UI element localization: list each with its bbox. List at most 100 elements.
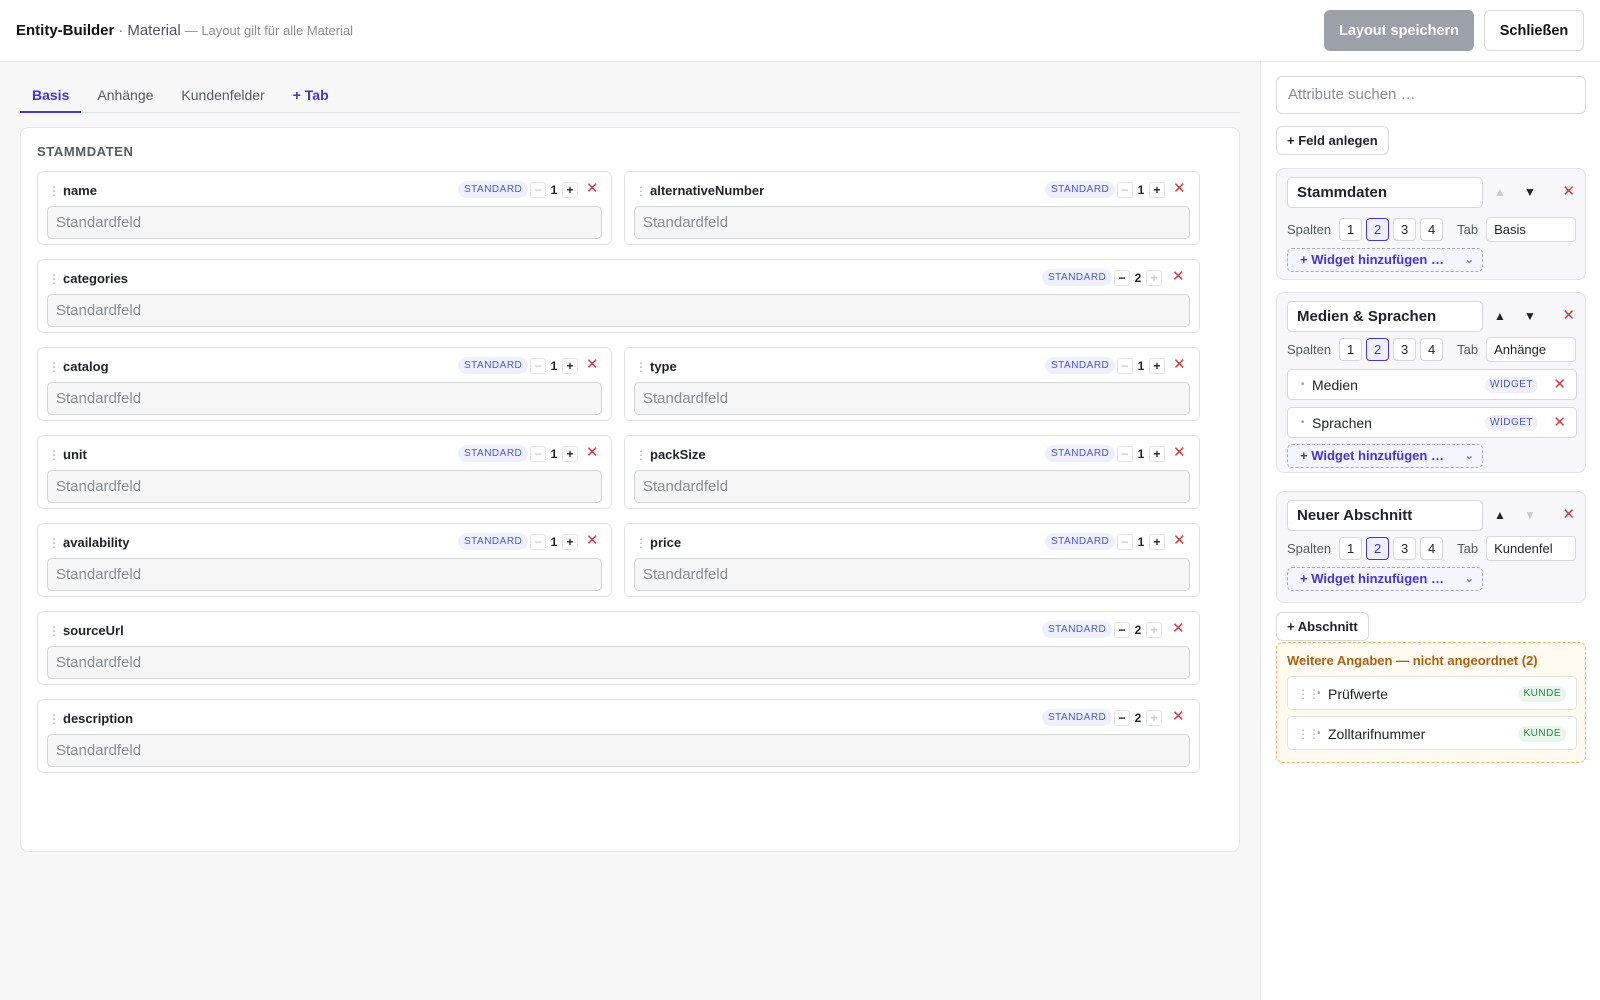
move-down-icon[interactable]: ▼ bbox=[1521, 185, 1539, 199]
decrease-width-button[interactable]: − bbox=[1117, 358, 1133, 374]
save-layout-button[interactable]: Layout speichern bbox=[1324, 10, 1474, 51]
decrease-width-button[interactable]: − bbox=[530, 358, 546, 374]
remove-field-icon[interactable]: ✕ bbox=[1172, 619, 1185, 637]
tab-basis[interactable]: Basis bbox=[20, 80, 82, 113]
decrease-width-button[interactable]: − bbox=[1114, 270, 1130, 286]
columns-option-3[interactable]: 3 bbox=[1393, 217, 1417, 241]
remove-field-icon[interactable]: ✕ bbox=[586, 355, 599, 373]
columns-option-2[interactable]: 2 bbox=[1366, 536, 1390, 560]
field-type-badge: STANDARD bbox=[458, 445, 529, 462]
move-down-icon[interactable]: ▼ bbox=[1521, 508, 1539, 522]
remove-field-icon[interactable]: ✕ bbox=[1173, 179, 1186, 197]
decrease-width-button[interactable]: − bbox=[1117, 534, 1133, 550]
remove-field-icon[interactable]: ✕ bbox=[586, 179, 599, 197]
field-preview-input: Standardfeld bbox=[634, 470, 1190, 503]
drag-handle-icon[interactable]: ⋮⋮ bbox=[1297, 727, 1320, 741]
remove-widget-icon[interactable]: ✕ bbox=[1553, 413, 1566, 431]
width-stepper: − 1 + bbox=[1117, 445, 1165, 463]
remove-field-icon[interactable]: ✕ bbox=[1173, 443, 1186, 461]
move-up-icon[interactable]: ▲ bbox=[1491, 185, 1509, 199]
widget-item[interactable]: • Medien WIDGET ✕ bbox=[1287, 369, 1577, 400]
increase-width-button[interactable]: + bbox=[1149, 446, 1165, 462]
add-widget-dropdown[interactable]: + Widget hinzufügen … ⌄ bbox=[1287, 567, 1483, 591]
remove-field-icon[interactable]: ✕ bbox=[586, 443, 599, 461]
remove-section-icon[interactable]: ✕ bbox=[1562, 182, 1575, 200]
increase-width-button[interactable]: + bbox=[1149, 358, 1165, 374]
remove-field-icon[interactable]: ✕ bbox=[1173, 531, 1186, 549]
width-value: 1 bbox=[550, 447, 558, 461]
increase-width-button[interactable]: + bbox=[562, 182, 578, 198]
tab-anhaenge[interactable]: Anhänge bbox=[85, 80, 165, 113]
section-name-input[interactable]: Neuer Abschnitt bbox=[1287, 500, 1483, 531]
tab-kundenfelder[interactable]: Kundenfelder bbox=[169, 80, 276, 113]
decrease-width-button[interactable]: − bbox=[1117, 182, 1133, 198]
tab-label: Tab bbox=[1457, 221, 1479, 237]
remove-field-icon[interactable]: ✕ bbox=[1172, 267, 1185, 285]
width-stepper: − 2 + bbox=[1114, 709, 1162, 727]
width-value: 2 bbox=[1134, 271, 1142, 285]
attribute-search-input[interactable]: Attribute suchen … bbox=[1276, 76, 1586, 114]
tab-select[interactable]: Kundenfel bbox=[1486, 535, 1577, 561]
columns-option-4[interactable]: 4 bbox=[1420, 337, 1444, 361]
unassigned-item[interactable]: ⋮⋮ • Zolltarifnummer KUNDE bbox=[1287, 716, 1577, 750]
columns-option-2[interactable]: 2 bbox=[1366, 217, 1390, 241]
increase-width-button[interactable]: + bbox=[1149, 534, 1165, 550]
field-name: availability bbox=[63, 535, 130, 550]
field-card: ⋮⋮ alternativeNumber STANDARD − 1 + ✕ St… bbox=[624, 171, 1200, 245]
move-up-icon[interactable]: ▲ bbox=[1491, 508, 1509, 522]
width-value: 1 bbox=[550, 359, 558, 373]
width-value: 1 bbox=[1137, 535, 1145, 549]
tab-select[interactable]: Basis bbox=[1486, 216, 1577, 242]
field-type-badge: STANDARD bbox=[458, 357, 529, 374]
remove-field-icon[interactable]: ✕ bbox=[1173, 355, 1186, 373]
columns-option-2[interactable]: 2 bbox=[1366, 337, 1390, 361]
field-card: ⋮⋮ availability STANDARD − 1 + ✕ Standar… bbox=[37, 523, 612, 597]
close-button[interactable]: Schließen bbox=[1484, 10, 1584, 51]
move-down-icon[interactable]: ▼ bbox=[1521, 309, 1539, 323]
increase-width-button[interactable]: + bbox=[562, 534, 578, 550]
remove-section-icon[interactable]: ✕ bbox=[1562, 505, 1575, 523]
add-widget-dropdown[interactable]: + Widget hinzufügen … ⌄ bbox=[1287, 444, 1483, 468]
columns-option-3[interactable]: 3 bbox=[1393, 337, 1417, 361]
columns-option-4[interactable]: 4 bbox=[1420, 217, 1444, 241]
increase-width-button[interactable]: + bbox=[1146, 270, 1162, 286]
columns-option-1[interactable]: 1 bbox=[1339, 337, 1363, 361]
remove-section-icon[interactable]: ✕ bbox=[1562, 306, 1575, 324]
decrease-width-button[interactable]: − bbox=[530, 534, 546, 550]
increase-width-button[interactable]: + bbox=[562, 446, 578, 462]
add-section-button[interactable]: + Abschnitt bbox=[1276, 612, 1369, 641]
columns-option-4[interactable]: 4 bbox=[1420, 536, 1444, 560]
increase-width-button[interactable]: + bbox=[1146, 710, 1162, 726]
drag-handle-icon[interactable]: ⋮⋮ bbox=[1297, 687, 1320, 701]
columns-option-1[interactable]: 1 bbox=[1339, 217, 1363, 241]
add-tab-button[interactable]: + Tab bbox=[281, 80, 341, 113]
decrease-width-button[interactable]: − bbox=[1117, 446, 1133, 462]
columns-option-3[interactable]: 3 bbox=[1393, 536, 1417, 560]
decrease-width-button[interactable]: − bbox=[530, 182, 546, 198]
field-card: ⋮⋮ name STANDARD − 1 + ✕ Standardfeld bbox=[37, 171, 612, 245]
field-preview-input: Standardfeld bbox=[47, 470, 602, 503]
remove-field-icon[interactable]: ✕ bbox=[1172, 707, 1185, 725]
field-preview-input: Standardfeld bbox=[47, 294, 1190, 327]
increase-width-button[interactable]: + bbox=[1146, 622, 1162, 638]
remove-widget-icon[interactable]: ✕ bbox=[1553, 375, 1566, 393]
decrease-width-button[interactable]: − bbox=[1114, 622, 1130, 638]
width-stepper: − 1 + bbox=[530, 181, 578, 199]
field-type-badge: STANDARD bbox=[1042, 269, 1113, 286]
section-name-input[interactable]: Medien & Sprachen bbox=[1287, 301, 1483, 332]
bullet-icon: • bbox=[1301, 417, 1305, 428]
widget-name: Medien bbox=[1312, 377, 1358, 393]
increase-width-button[interactable]: + bbox=[1149, 182, 1165, 198]
unassigned-item[interactable]: ⋮⋮ • Prüfwerte KUNDE bbox=[1287, 676, 1577, 710]
section-name-input[interactable]: Stammdaten bbox=[1287, 177, 1483, 208]
increase-width-button[interactable]: + bbox=[562, 358, 578, 374]
decrease-width-button[interactable]: − bbox=[1114, 710, 1130, 726]
decrease-width-button[interactable]: − bbox=[530, 446, 546, 462]
tab-select[interactable]: Anhänge bbox=[1486, 336, 1577, 362]
columns-option-1[interactable]: 1 bbox=[1339, 536, 1363, 560]
add-widget-dropdown[interactable]: + Widget hinzufügen … ⌄ bbox=[1287, 248, 1483, 272]
widget-item[interactable]: • Sprachen WIDGET ✕ bbox=[1287, 407, 1577, 438]
add-field-button[interactable]: + Feld anlegen bbox=[1276, 126, 1389, 155]
move-up-icon[interactable]: ▲ bbox=[1491, 309, 1509, 323]
remove-field-icon[interactable]: ✕ bbox=[586, 531, 599, 549]
